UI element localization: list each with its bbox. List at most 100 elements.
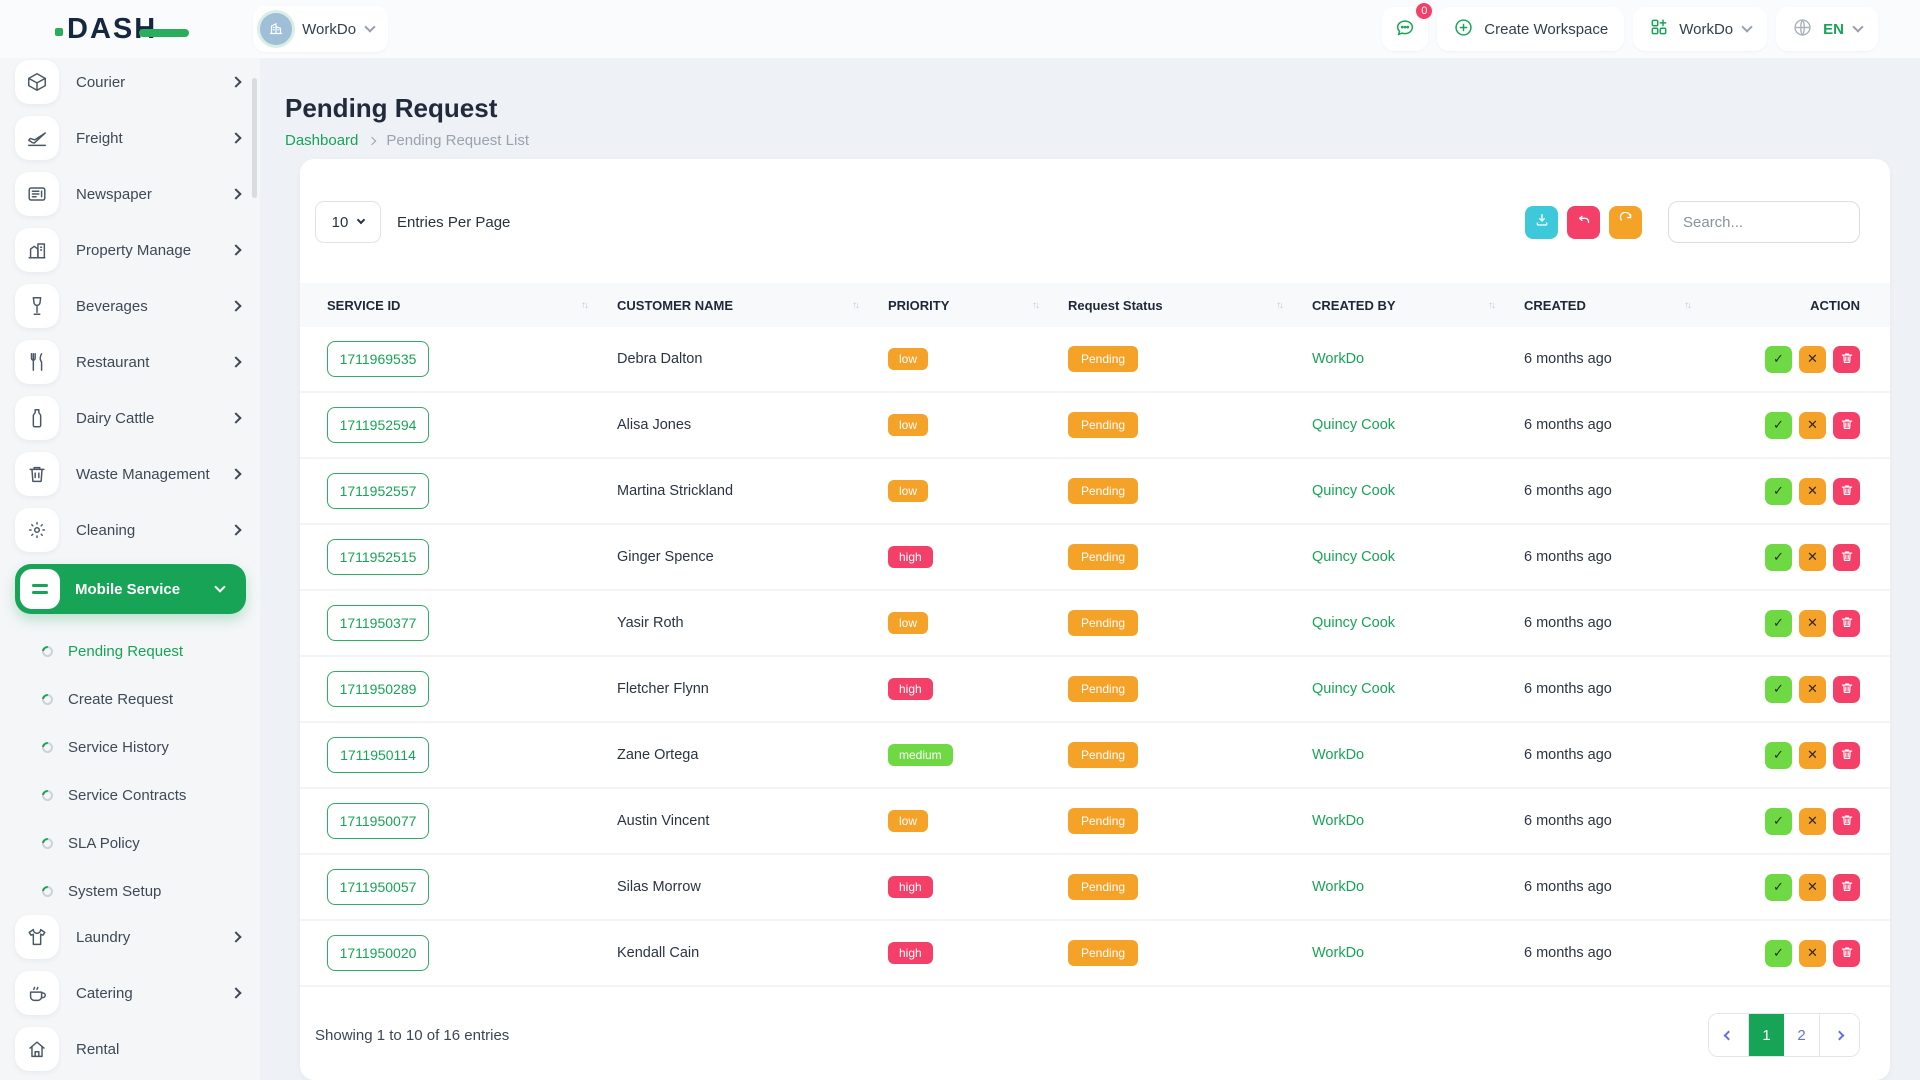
approve-button[interactable]: ✓	[1765, 412, 1792, 439]
sidebar-item-property-manage[interactable]: Property Manage	[15, 228, 246, 272]
approve-button[interactable]: ✓	[1765, 544, 1792, 571]
approve-button[interactable]: ✓	[1765, 676, 1792, 703]
chat-button[interactable]: 0	[1382, 7, 1428, 51]
created-by-link[interactable]: WorkDo	[1312, 813, 1524, 829]
next-page-button[interactable]	[1819, 1014, 1859, 1056]
approve-button[interactable]: ✓	[1765, 874, 1792, 901]
service-id-chip[interactable]: 1711950020	[327, 935, 429, 971]
created-by-link[interactable]: Quincy Cook	[1312, 549, 1524, 565]
column-header-priority[interactable]: PRIORITY↑↓	[888, 298, 1068, 313]
reject-button[interactable]: ✕	[1799, 676, 1826, 703]
reject-button[interactable]: ✕	[1799, 346, 1826, 373]
approve-button[interactable]: ✓	[1765, 742, 1792, 769]
sidebar-item-cleaning[interactable]: Cleaning	[15, 508, 246, 552]
refresh-button[interactable]	[1609, 206, 1642, 239]
delete-button[interactable]	[1833, 478, 1860, 505]
breadcrumb-dashboard-link[interactable]: Dashboard	[285, 132, 358, 149]
page-2-button[interactable]: 2	[1784, 1014, 1819, 1056]
column-header-customer-name[interactable]: CUSTOMER NAME↑↓	[617, 298, 888, 313]
created-by-link[interactable]: Quincy Cook	[1312, 483, 1524, 499]
sort-icon[interactable]: ↑↓	[1684, 300, 1690, 311]
delete-button[interactable]	[1833, 742, 1860, 769]
reset-button[interactable]	[1567, 206, 1600, 239]
created-by-link[interactable]: WorkDo	[1312, 945, 1524, 961]
sidebar-subitem-pending-request[interactable]: Pending Request	[15, 627, 246, 675]
sort-icon[interactable]: ↑↓	[852, 300, 858, 311]
workspace-switcher[interactable]: WorkDo	[253, 6, 388, 52]
service-id-chip[interactable]: 1711952594	[327, 407, 429, 443]
language-selector[interactable]: EN	[1776, 7, 1878, 51]
sort-icon[interactable]: ↑↓	[1488, 300, 1494, 311]
create-workspace-button[interactable]: Create Workspace	[1437, 7, 1624, 51]
customer-name: Debra Dalton	[617, 351, 888, 367]
service-id-chip[interactable]: 1711950057	[327, 869, 429, 905]
reject-button[interactable]: ✕	[1799, 808, 1826, 835]
entries-per-page-select[interactable]: 10	[315, 201, 381, 243]
sidebar-item-newspaper[interactable]: Newspaper	[15, 172, 246, 216]
service-id-chip[interactable]: 1711950377	[327, 605, 429, 641]
created-by-link[interactable]: Quincy Cook	[1312, 417, 1524, 433]
search-input[interactable]	[1668, 201, 1860, 243]
export-button[interactable]	[1525, 206, 1558, 239]
sidebar-item-rental[interactable]: Rental	[15, 1027, 246, 1071]
reject-button[interactable]: ✕	[1799, 478, 1826, 505]
sidebar-item-freight[interactable]: Freight	[15, 116, 246, 160]
delete-button[interactable]	[1833, 346, 1860, 373]
service-id-chip[interactable]: 1711952557	[327, 473, 429, 509]
delete-button[interactable]	[1833, 874, 1860, 901]
sidebar-subitem-service-history[interactable]: Service History	[15, 723, 246, 771]
service-id-chip[interactable]: 1711950289	[327, 671, 429, 707]
sort-icon[interactable]: ↑↓	[1032, 300, 1038, 311]
sidebar-item-courier[interactable]: Courier	[15, 60, 246, 104]
service-id-chip[interactable]: 1711950114	[327, 737, 429, 773]
chevron-down-icon	[364, 21, 375, 32]
sidebar-item-dairy-cattle[interactable]: Dairy Cattle	[15, 396, 246, 440]
service-id-chip[interactable]: 1711969535	[327, 341, 429, 377]
delete-button[interactable]	[1833, 808, 1860, 835]
sidebar-scrollbar[interactable]	[252, 78, 257, 198]
sidebar-item-laundry[interactable]: Laundry	[15, 915, 246, 959]
delete-button[interactable]	[1833, 940, 1860, 967]
approve-button[interactable]: ✓	[1765, 346, 1792, 373]
sidebar-subitem-sla-policy[interactable]: SLA Policy	[15, 819, 246, 867]
customer-name: Kendall Cain	[617, 945, 888, 961]
sidebar-item-beverages[interactable]: Beverages	[15, 284, 246, 328]
previous-page-button[interactable]	[1709, 1014, 1749, 1056]
service-id-chip[interactable]: 1711952515	[327, 539, 429, 575]
sort-icon[interactable]: ↑↓	[1276, 300, 1282, 311]
service-id-chip[interactable]: 1711950077	[327, 803, 429, 839]
delete-button[interactable]	[1833, 610, 1860, 637]
reject-button[interactable]: ✕	[1799, 412, 1826, 439]
created-by-link[interactable]: Quincy Cook	[1312, 681, 1524, 697]
created-by-link[interactable]: WorkDo	[1312, 351, 1524, 367]
sidebar-subitem-system-setup[interactable]: System Setup	[15, 867, 246, 915]
reject-button[interactable]: ✕	[1799, 874, 1826, 901]
created-by-link[interactable]: WorkDo	[1312, 747, 1524, 763]
reject-button[interactable]: ✕	[1799, 544, 1826, 571]
sidebar-item-waste-management[interactable]: Waste Management	[15, 452, 246, 496]
column-header-created[interactable]: CREATED↑↓	[1524, 298, 1720, 313]
column-header-created-by[interactable]: CREATED BY↑↓	[1312, 298, 1524, 313]
reject-button[interactable]: ✕	[1799, 940, 1826, 967]
created-by-link[interactable]: Quincy Cook	[1312, 615, 1524, 631]
delete-button[interactable]	[1833, 544, 1860, 571]
approve-button[interactable]: ✓	[1765, 478, 1792, 505]
sidebar-item-mobile-service[interactable]: Mobile Service	[15, 564, 246, 614]
approve-button[interactable]: ✓	[1765, 940, 1792, 967]
sidebar-subitem-create-request[interactable]: Create Request	[15, 675, 246, 723]
reject-button[interactable]: ✕	[1799, 742, 1826, 769]
sort-icon[interactable]: ↑↓	[581, 300, 587, 311]
delete-button[interactable]	[1833, 412, 1860, 439]
page-1-button[interactable]: 1	[1749, 1014, 1784, 1056]
approve-button[interactable]: ✓	[1765, 808, 1792, 835]
column-header-request-status[interactable]: Request Status↑↓	[1068, 298, 1312, 313]
sidebar-item-restaurant[interactable]: Restaurant	[15, 340, 246, 384]
reject-button[interactable]: ✕	[1799, 610, 1826, 637]
created-by-link[interactable]: WorkDo	[1312, 879, 1524, 895]
sidebar-item-catering[interactable]: Catering	[15, 971, 246, 1015]
delete-button[interactable]	[1833, 676, 1860, 703]
approve-button[interactable]: ✓	[1765, 610, 1792, 637]
column-header-service-id[interactable]: SERVICE ID↑↓	[300, 298, 617, 313]
workdo-menu-button[interactable]: WorkDo	[1633, 7, 1767, 51]
sidebar-subitem-service-contracts[interactable]: Service Contracts	[15, 771, 246, 819]
